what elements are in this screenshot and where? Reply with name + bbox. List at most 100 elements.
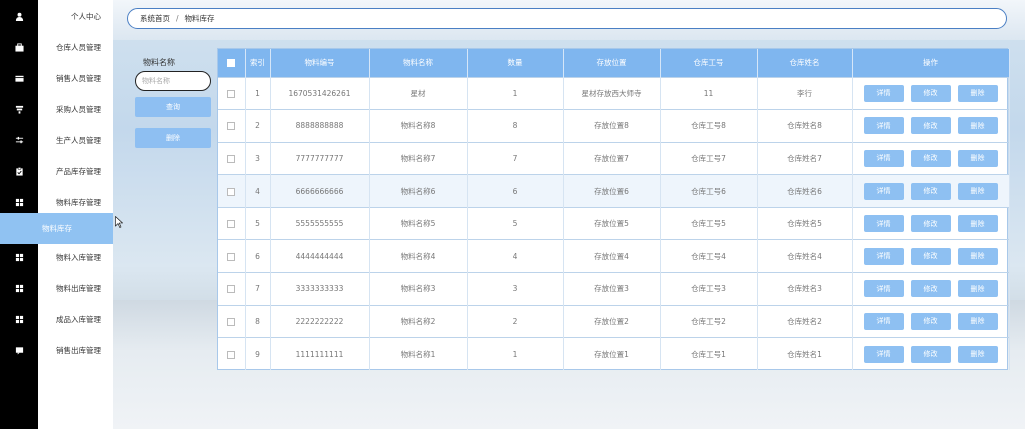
table-row[interactable]: 5 5555555555 物料名称5 5 存放位置5 仓库工号5 仓库姓名5 详情 修改 删除 <box>218 206 1010 240</box>
table-row[interactable]: 8 2222222222 物料名称2 2 存放位置2 仓库工号2 仓库姓名2 详情 修改 删除 <box>218 304 1010 338</box>
column-header: 物料名称 <box>369 49 468 77</box>
column-header: 数量 <box>467 49 564 77</box>
edit-button[interactable]: 修改 <box>910 247 951 265</box>
row-checkbox[interactable] <box>227 350 236 359</box>
detail-button[interactable]: 详情 <box>863 149 904 167</box>
sidebar-item-sales-staff[interactable]: 销售人员管理 <box>38 63 113 94</box>
edit-button[interactable]: 修改 <box>910 215 951 233</box>
grid-icon[interactable] <box>0 242 38 273</box>
sidebar-menu: 个人中心 仓库人员管理 销售人员管理 采购人员管理 生产人员管理 产品库存管理 … <box>0 0 113 429</box>
row-checkbox[interactable] <box>227 89 236 98</box>
cell-name: 物料名称1 <box>369 337 468 371</box>
column-header: 存放位置 <box>563 49 661 77</box>
cell-code: 1670531426261 <box>270 76 370 110</box>
cell-wh_name: 仓库姓名4 <box>757 239 853 273</box>
detail-button[interactable]: 详情 <box>863 215 904 233</box>
row-select-cell <box>218 337 246 371</box>
row-select-cell <box>218 109 246 143</box>
actions-cell: 详情 修改 删除 <box>852 239 1010 273</box>
cell-wh_id: 仓库工号6 <box>660 174 758 208</box>
search-label: 物料名称 <box>143 58 175 67</box>
delete-button[interactable]: 删除 <box>957 182 998 200</box>
select-all-checkbox[interactable] <box>227 59 236 68</box>
table-row[interactable]: 7 3333333333 物料名称3 3 存放位置3 仓库工号3 仓库姓名3 详情 修改 删除 <box>218 272 1010 306</box>
detail-button[interactable]: 详情 <box>863 312 904 330</box>
delete-button[interactable]: 删除 <box>957 149 998 167</box>
detail-button[interactable]: 详情 <box>863 345 904 363</box>
cell-qty: 6 <box>467 174 564 208</box>
column-header: 物料编号 <box>270 49 370 77</box>
edit-button[interactable]: 修改 <box>910 84 951 102</box>
table-row[interactable]: 4 6666666666 物料名称6 6 存放位置6 仓库工号6 仓库姓名6 详情 修改 删除 <box>218 174 1010 208</box>
edit-button[interactable]: 修改 <box>910 312 951 330</box>
sidebar-item-purchase-staff[interactable]: 采购人员管理 <box>38 94 113 125</box>
column-header: 索引 <box>245 49 271 77</box>
row-checkbox[interactable] <box>227 187 236 196</box>
table-row[interactable]: 2 8888888888 物料名称8 8 存放位置8 仓库工号8 仓库姓名8 详情 修改 删除 <box>218 109 1010 143</box>
column-header: 仓库工号 <box>660 49 758 77</box>
breadcrumb-current: 物料库存 <box>184 14 215 23</box>
briefcase-icon[interactable] <box>0 32 38 63</box>
batch-delete-button[interactable]: 删除 <box>135 128 211 148</box>
delete-button[interactable]: 删除 <box>957 247 998 265</box>
breadcrumb-home[interactable]: 系统首页 <box>140 13 170 24</box>
cell-qty: 8 <box>467 109 564 143</box>
user-icon[interactable] <box>0 1 38 32</box>
sidebar-item-sales-outbound[interactable]: 销售出库管理 <box>38 335 113 366</box>
grid-icon[interactable] <box>0 304 38 335</box>
sidebar-item-product-inbound[interactable]: 成品入库管理 <box>38 304 113 335</box>
cell-wh_name: 仓库姓名8 <box>757 109 853 143</box>
row-checkbox[interactable] <box>227 154 236 163</box>
row-checkbox[interactable] <box>227 317 236 326</box>
search-input[interactable] <box>135 71 211 91</box>
cell-index: 9 <box>245 337 271 371</box>
edit-button[interactable]: 修改 <box>910 280 951 298</box>
delete-button[interactable]: 删除 <box>957 312 998 330</box>
sidebar-item-material-outbound[interactable]: 物料出库管理 <box>38 273 113 304</box>
chat-icon[interactable] <box>0 335 38 366</box>
row-checkbox[interactable] <box>227 122 236 131</box>
detail-button[interactable]: 详情 <box>863 280 904 298</box>
detail-button[interactable]: 详情 <box>863 84 904 102</box>
table-row[interactable]: 6 4444444444 物料名称4 4 存放位置4 仓库工号4 仓库姓名4 详情 修改 删除 <box>218 239 1010 273</box>
grid-icon[interactable] <box>0 273 38 304</box>
sidebar-item-material-inbound[interactable]: 物料入库管理 <box>38 242 113 273</box>
main-content: 系统首页 / 物料库存 物料名称 查询 删除 索引 物料编号 物料名称 数量 存… <box>113 0 1025 429</box>
sidebar-item-product-inventory[interactable]: 产品库存管理 <box>38 156 113 187</box>
row-checkbox[interactable] <box>227 252 236 261</box>
table-row[interactable]: 1 1670531426261 星材 1 星材存放西大师寺 11 李行 详情 修改 删除 <box>218 76 1010 110</box>
cell-index: 2 <box>245 109 271 143</box>
funnel-icon[interactable] <box>0 94 38 125</box>
sidebar-item-profile[interactable]: 个人中心 <box>38 1 113 32</box>
edit-button[interactable]: 修改 <box>910 117 951 135</box>
card-icon[interactable] <box>0 63 38 94</box>
sidebar-item-material-inventory[interactable]: 物料库存 <box>0 213 113 244</box>
edit-button[interactable]: 修改 <box>910 345 951 363</box>
detail-button[interactable]: 详情 <box>863 182 904 200</box>
clipboard-icon[interactable] <box>0 156 38 187</box>
row-checkbox[interactable] <box>227 220 236 229</box>
delete-button[interactable]: 删除 <box>957 117 998 135</box>
cell-wh_name: 仓库姓名1 <box>757 337 853 371</box>
delete-button[interactable]: 删除 <box>957 215 998 233</box>
cell-wh_id: 仓库工号5 <box>660 206 758 240</box>
table-row[interactable]: 3 7777777777 物料名称7 7 存放位置7 仓库工号7 仓库姓名7 详情 修改 删除 <box>218 141 1010 175</box>
delete-button[interactable]: 删除 <box>957 84 998 102</box>
sidebar-item-production-staff[interactable]: 生产人员管理 <box>38 125 113 156</box>
row-select-cell <box>218 141 246 175</box>
table-row[interactable]: 9 1111111111 物料名称1 1 存放位置1 仓库工号1 仓库姓名1 详情 修改 删除 <box>218 337 1010 371</box>
edit-button[interactable]: 修改 <box>910 182 951 200</box>
table-header: 索引 物料编号 物料名称 数量 存放位置 仓库工号 仓库姓名 操作 <box>218 49 1010 77</box>
query-button[interactable]: 查询 <box>135 97 211 117</box>
sliders-icon[interactable] <box>0 125 38 156</box>
delete-button[interactable]: 删除 <box>957 280 998 298</box>
row-checkbox[interactable] <box>227 285 236 294</box>
detail-button[interactable]: 详情 <box>863 247 904 265</box>
detail-button[interactable]: 详情 <box>863 117 904 135</box>
sidebar-item-warehouse-staff[interactable]: 仓库人员管理 <box>38 32 113 63</box>
cell-index: 4 <box>245 174 271 208</box>
edit-button[interactable]: 修改 <box>910 149 951 167</box>
actions-cell: 详情 修改 删除 <box>852 174 1010 208</box>
delete-button[interactable]: 删除 <box>957 345 998 363</box>
cell-name: 物料名称6 <box>369 174 468 208</box>
